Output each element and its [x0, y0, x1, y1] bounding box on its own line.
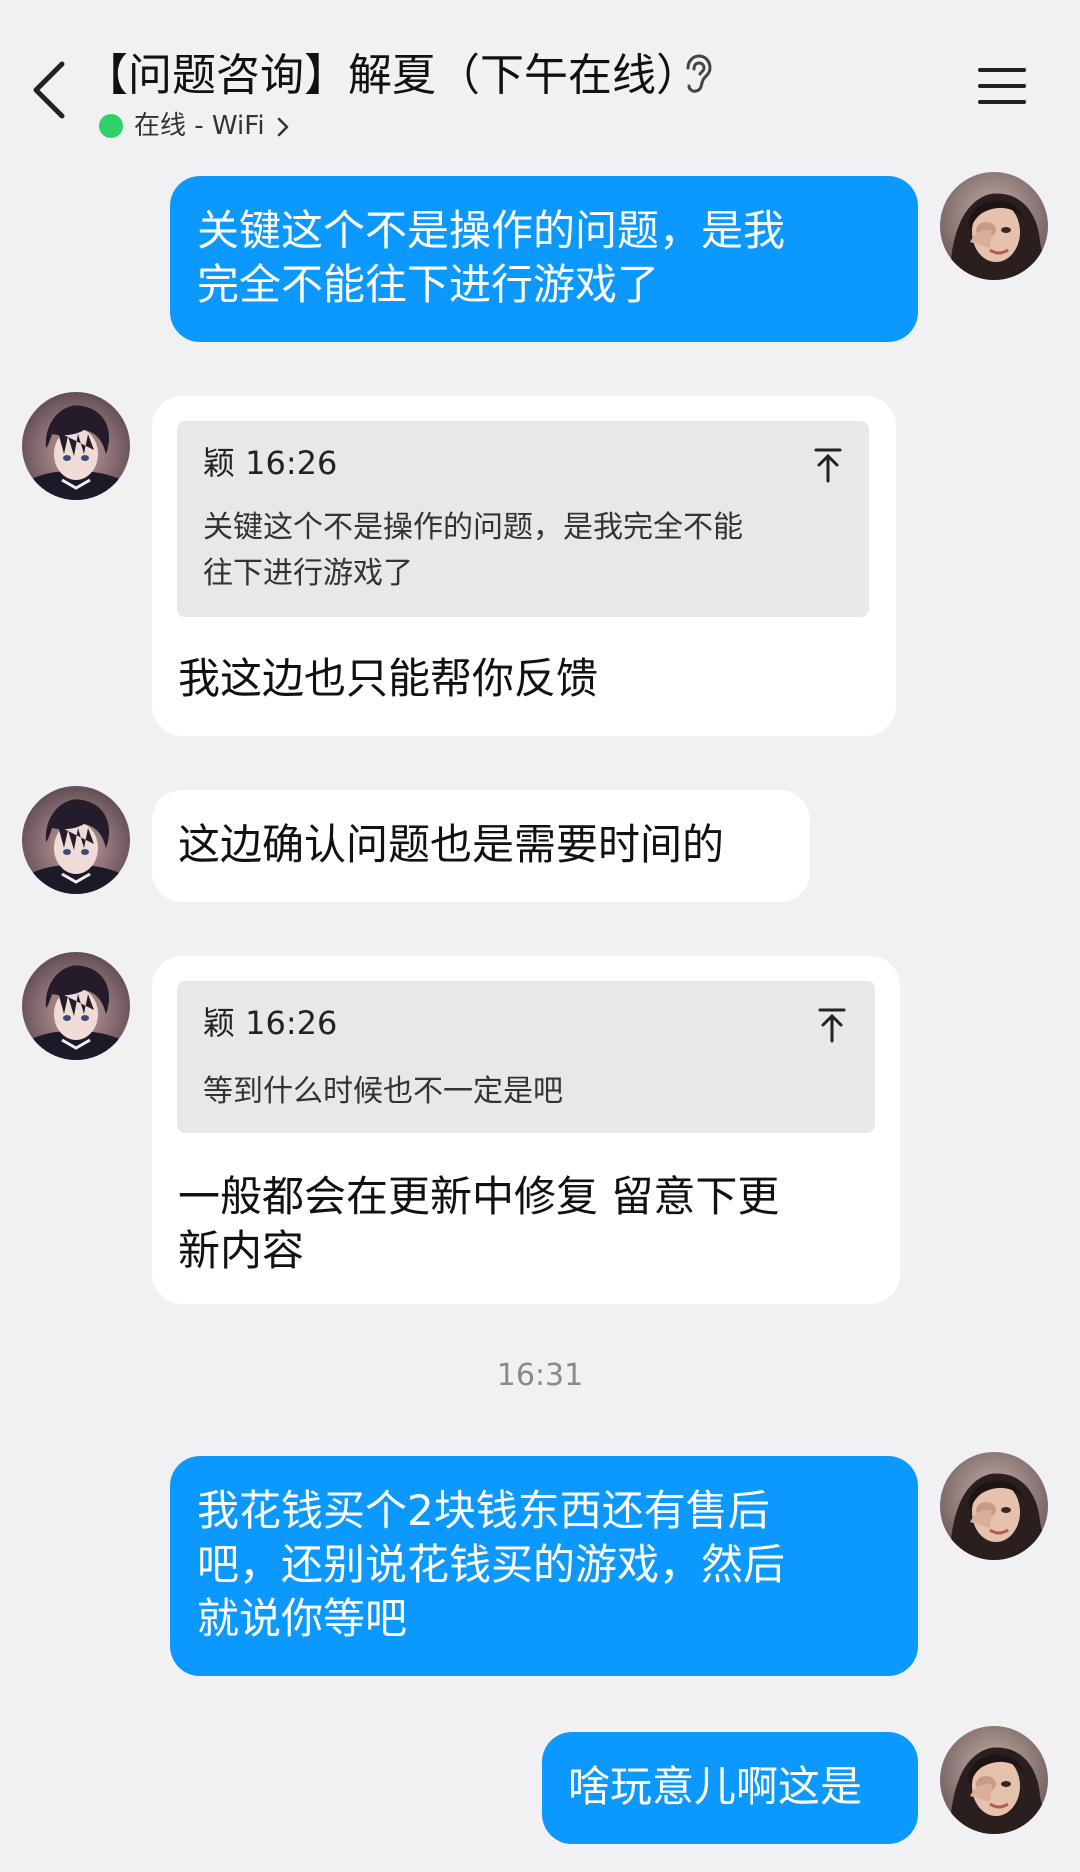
menu-icon[interactable] [976, 64, 1028, 108]
message-text: 我这边也只能帮你反馈 [178, 654, 599, 703]
message-text: 这边确认问题也是需要时间的 [178, 820, 725, 869]
chat-timestamp: 16:31 [496, 1358, 584, 1393]
message-bubble-sent[interactable]: 啥玩意儿啊这是 [542, 1732, 918, 1844]
quoted-message[interactable]: 颖 16:26 关键这个不是操作的问题，是我完全不能 往下进行游戏了 [177, 421, 869, 617]
jump-to-original-icon[interactable] [817, 1007, 847, 1043]
online-status-dot [99, 114, 123, 138]
chevron-right-icon[interactable] [276, 116, 290, 138]
contact-avatar[interactable] [22, 786, 130, 894]
my-avatar[interactable] [940, 1452, 1048, 1560]
message-bubble-received[interactable]: 颖 16:26 等到什么时候也不一定是吧 一般都会在更新中修复 留意下更 新内容 [152, 956, 900, 1304]
quote-text: 往下进行游戏了 [203, 556, 413, 591]
message-text: 关键这个不是操作的问题，是我 [197, 206, 786, 255]
online-status[interactable]: 在线 - WiFi [134, 106, 265, 146]
contact-avatar[interactable] [22, 392, 130, 500]
message-bubble-received[interactable]: 这边确认问题也是需要时间的 [152, 790, 810, 902]
my-avatar[interactable] [940, 172, 1048, 280]
quote-text: 等到什么时候也不一定是吧 [203, 1074, 563, 1109]
message-text: 新内容 [178, 1226, 305, 1275]
chat-header: 【问题咨询】解夏（下午在线） 在线 - WiFi [0, 0, 1080, 160]
message-bubble-received[interactable]: 颖 16:26 关键这个不是操作的问题，是我完全不能 往下进行游戏了 我这边也只… [152, 396, 896, 736]
message-bubble-sent[interactable]: 关键这个不是操作的问题，是我 完全不能往下进行游戏了 [170, 176, 918, 342]
message-bubble-sent[interactable]: 我花钱买个2块钱东西还有售后 吧，还别说花钱买的游戏，然后 就说你等吧 [170, 1456, 918, 1676]
ear-icon[interactable] [680, 54, 714, 94]
jump-to-original-icon[interactable] [813, 447, 843, 483]
chat-title[interactable]: 【问题咨询】解夏（下午在线） [84, 44, 700, 108]
message-text: 就说你等吧 [197, 1594, 408, 1643]
message-text: 我花钱买个2块钱东西还有售后 [197, 1486, 770, 1535]
quote-author-time: 颖 16:26 [203, 444, 338, 482]
quoted-message[interactable]: 颖 16:26 等到什么时候也不一定是吧 [177, 981, 875, 1133]
message-text: 一般都会在更新中修复 留意下更 [178, 1172, 780, 1221]
message-text: 啥玩意儿啊这是 [568, 1762, 863, 1811]
back-icon[interactable] [28, 58, 72, 122]
quote-author-time: 颖 16:26 [203, 1004, 338, 1042]
message-text: 吧，还别说花钱买的游戏，然后 [197, 1540, 786, 1589]
message-text: 完全不能往下进行游戏了 [197, 260, 660, 309]
quote-text: 关键这个不是操作的问题，是我完全不能 [203, 510, 743, 545]
contact-avatar[interactable] [22, 952, 130, 1060]
my-avatar[interactable] [940, 1726, 1048, 1834]
